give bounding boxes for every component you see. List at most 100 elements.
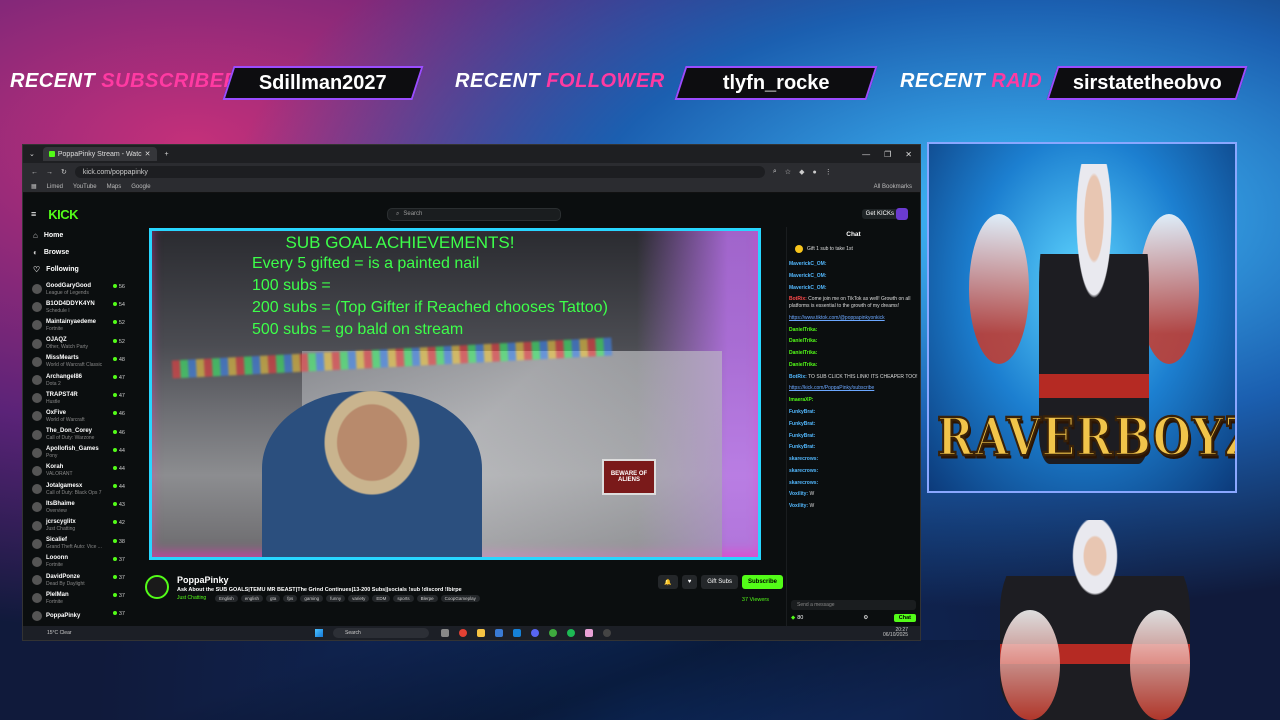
spotify-icon[interactable] xyxy=(567,629,575,637)
sidebar-channel[interactable]: DavidPonze Dead By Daylight 37 xyxy=(23,571,131,589)
nav-following[interactable]: ♡ Following xyxy=(23,261,131,278)
stream-tag[interactable]: English xyxy=(215,595,238,602)
stream-tag[interactable]: funny xyxy=(326,595,346,602)
notification-bell-icon[interactable]: 🔔 xyxy=(658,575,678,589)
chat-username[interactable]: BotRix: xyxy=(789,374,807,380)
profile-icon[interactable]: ● xyxy=(812,169,816,176)
all-bookmarks[interactable]: All Bookmarks xyxy=(874,184,920,190)
apps-icon[interactable]: ▦ xyxy=(31,183,37,190)
chat-username[interactable]: MaverickC_OM: xyxy=(789,261,827,267)
stream-tag[interactable]: gta xyxy=(266,595,281,602)
chrome-icon[interactable] xyxy=(459,629,467,637)
sidebar-channel[interactable]: Jotalgamesx Call of Duty: Black Ops 7 44 xyxy=(23,480,131,498)
get-kicks-button[interactable]: Get KICKs xyxy=(861,209,898,219)
zoom-icon[interactable]: ⌕ xyxy=(773,168,777,176)
stream-category[interactable]: Just Chatting xyxy=(177,595,206,601)
store-icon[interactable] xyxy=(495,629,503,637)
extensions-icon[interactable]: ◆ xyxy=(799,168,804,176)
stream-tag[interactable]: Blerpe xyxy=(416,595,438,602)
discord-icon[interactable] xyxy=(531,629,539,637)
sidebar-channel[interactable]: TRAPST4R Hustle 47 xyxy=(23,389,131,407)
maximize-icon[interactable]: ❐ xyxy=(884,150,891,159)
bookmark-star-icon[interactable]: ☆ xyxy=(785,168,791,176)
channel-avatar[interactable] xyxy=(145,575,169,599)
sidebar-channel[interactable]: Apollofish_Games Pony 44 xyxy=(23,444,131,462)
chat-link[interactable]: https://www.tiktok.com/@poppapinkyonkick xyxy=(789,315,885,321)
outlook-icon[interactable] xyxy=(513,629,521,637)
search-input[interactable]: ⌕ Search xyxy=(387,207,561,221)
chat-username[interactable]: ImaeraXP: xyxy=(789,397,813,403)
sidebar-channel[interactable]: Sicalief Grand Theft Auto: Vice ... 38 xyxy=(23,535,131,553)
tab-menu-icon[interactable]: ⌄ xyxy=(29,150,35,158)
taskbar-search[interactable]: Search xyxy=(333,628,429,638)
close-tab-icon[interactable]: ✕ xyxy=(145,150,151,158)
windows-start-icon[interactable] xyxy=(315,629,323,637)
bookmark-item[interactable]: Maps xyxy=(107,184,122,190)
sidebar-channel[interactable]: ItsBhaime Overview 43 xyxy=(23,498,131,516)
sidebar-channel[interactable]: OxFive World of Warcraft 46 xyxy=(23,407,131,425)
weather-widget[interactable]: 15°C Clear xyxy=(47,630,72,636)
settings-icon[interactable]: ⚙ xyxy=(863,615,868,621)
bookmark-item[interactable]: YouTube xyxy=(73,184,97,190)
chat-username[interactable]: DanielTrika: xyxy=(789,327,817,333)
chat-username[interactable]: MaverickC_OM: xyxy=(789,273,827,279)
sidebar-channel[interactable]: PlelMan Fortnite 37 xyxy=(23,589,131,607)
back-icon[interactable]: ← xyxy=(31,169,38,176)
task-view-icon[interactable] xyxy=(441,629,449,637)
chat-username[interactable]: skarecrows: xyxy=(789,468,818,474)
chat-username[interactable]: FunkyBrat: xyxy=(789,433,815,439)
sidebar-channel[interactable]: jcrscyglitx Just Chatting 42 xyxy=(23,516,131,534)
browser-tab[interactable]: PoppaPinky Stream - Watc ✕ xyxy=(42,147,157,161)
chat-input[interactable]: Send a message xyxy=(791,600,916,610)
chat-username[interactable]: Voxility: xyxy=(789,491,808,497)
chat-username[interactable]: DanielTrika: xyxy=(789,338,817,344)
points-icon[interactable]: ◆ xyxy=(791,615,795,621)
sidebar-channel[interactable]: The_Don_Corey Call of Duty: Warzone 46 xyxy=(23,426,131,444)
chat-username[interactable]: DanielTrika: xyxy=(789,362,817,368)
chat-username[interactable]: FunkyBrat: xyxy=(789,444,815,450)
channel-name[interactable]: PoppaPinky xyxy=(177,575,229,585)
chat-link[interactable]: https://kick.com/PoppaPinky/subscribe xyxy=(789,385,874,391)
nav-home[interactable]: ⌂ Home xyxy=(23,227,131,244)
chat-username[interactable]: Voxility: xyxy=(789,503,808,509)
reload-icon[interactable]: ↻ xyxy=(61,168,67,176)
system-clock[interactable]: 20:27 06/10/2025 xyxy=(883,627,908,639)
send-chat-button[interactable]: Chat xyxy=(893,614,916,622)
sidebar-channel[interactable]: OJAQZ Other, Watch Party 52 xyxy=(23,335,131,353)
sidebar-channel[interactable]: GoodGaryGood League of Legends 56 xyxy=(23,280,131,298)
subscribe-button[interactable]: Subscribe xyxy=(741,575,783,589)
stream-tag[interactable]: CoopGameplay xyxy=(440,595,480,602)
chat-username[interactable]: skarecrows: xyxy=(789,480,818,486)
pinned-gift-banner[interactable]: Gift 1 sub to take 1st xyxy=(795,245,912,253)
hamburger-menu-icon[interactable]: ≡ xyxy=(31,209,36,219)
menu-icon[interactable]: ⋮ xyxy=(825,168,832,176)
chat-username[interactable]: MaverickC_OM: xyxy=(789,285,827,291)
nav-browse[interactable]: ◐ Browse xyxy=(23,244,131,261)
obs-icon[interactable] xyxy=(603,629,611,637)
sidebar-channel[interactable]: B1OD4DDYK4YN Schedule I 54 xyxy=(23,298,131,316)
streamlabs-icon[interactable] xyxy=(585,629,593,637)
sidebar-channel[interactable]: MissMearts World of Warcraft Classic 48 xyxy=(23,353,131,371)
chat-username[interactable]: FunkyBrat: xyxy=(789,409,815,415)
video-player[interactable]: BEWARE OF ALIENS SUB GOAL ACHIEVEMENTS! … xyxy=(149,228,761,560)
stream-tag[interactable]: english xyxy=(240,595,264,602)
minimize-icon[interactable]: — xyxy=(862,150,870,159)
follow-heart-icon[interactable]: ♥ xyxy=(681,575,698,589)
stream-tag[interactable]: sports xyxy=(393,595,414,602)
chat-username[interactable]: DanielTrika: xyxy=(789,350,817,356)
xbox-icon[interactable] xyxy=(549,629,557,637)
stream-tag[interactable]: gaming xyxy=(300,595,324,602)
sidebar-channel[interactable]: Looonn Fortnite 37 xyxy=(23,553,131,571)
chat-username[interactable]: skarecrows: xyxy=(789,456,818,462)
stream-tag[interactable]: fps xyxy=(283,595,298,602)
sidebar-channel[interactable]: PoppaPinky 37 xyxy=(23,607,131,625)
stream-tag[interactable]: variety xyxy=(348,595,370,602)
gift-subs-button[interactable]: Gift Subs xyxy=(701,575,738,589)
forward-icon[interactable]: → xyxy=(46,169,53,176)
bookmark-item[interactable]: Google xyxy=(131,184,150,190)
chat-username[interactable]: FunkyBrat: xyxy=(789,421,815,427)
stream-tag[interactable]: EDM xyxy=(372,595,391,602)
chat-username[interactable]: BotRix: xyxy=(789,296,807,302)
user-avatar[interactable] xyxy=(896,208,908,220)
file-explorer-icon[interactable] xyxy=(477,629,485,637)
